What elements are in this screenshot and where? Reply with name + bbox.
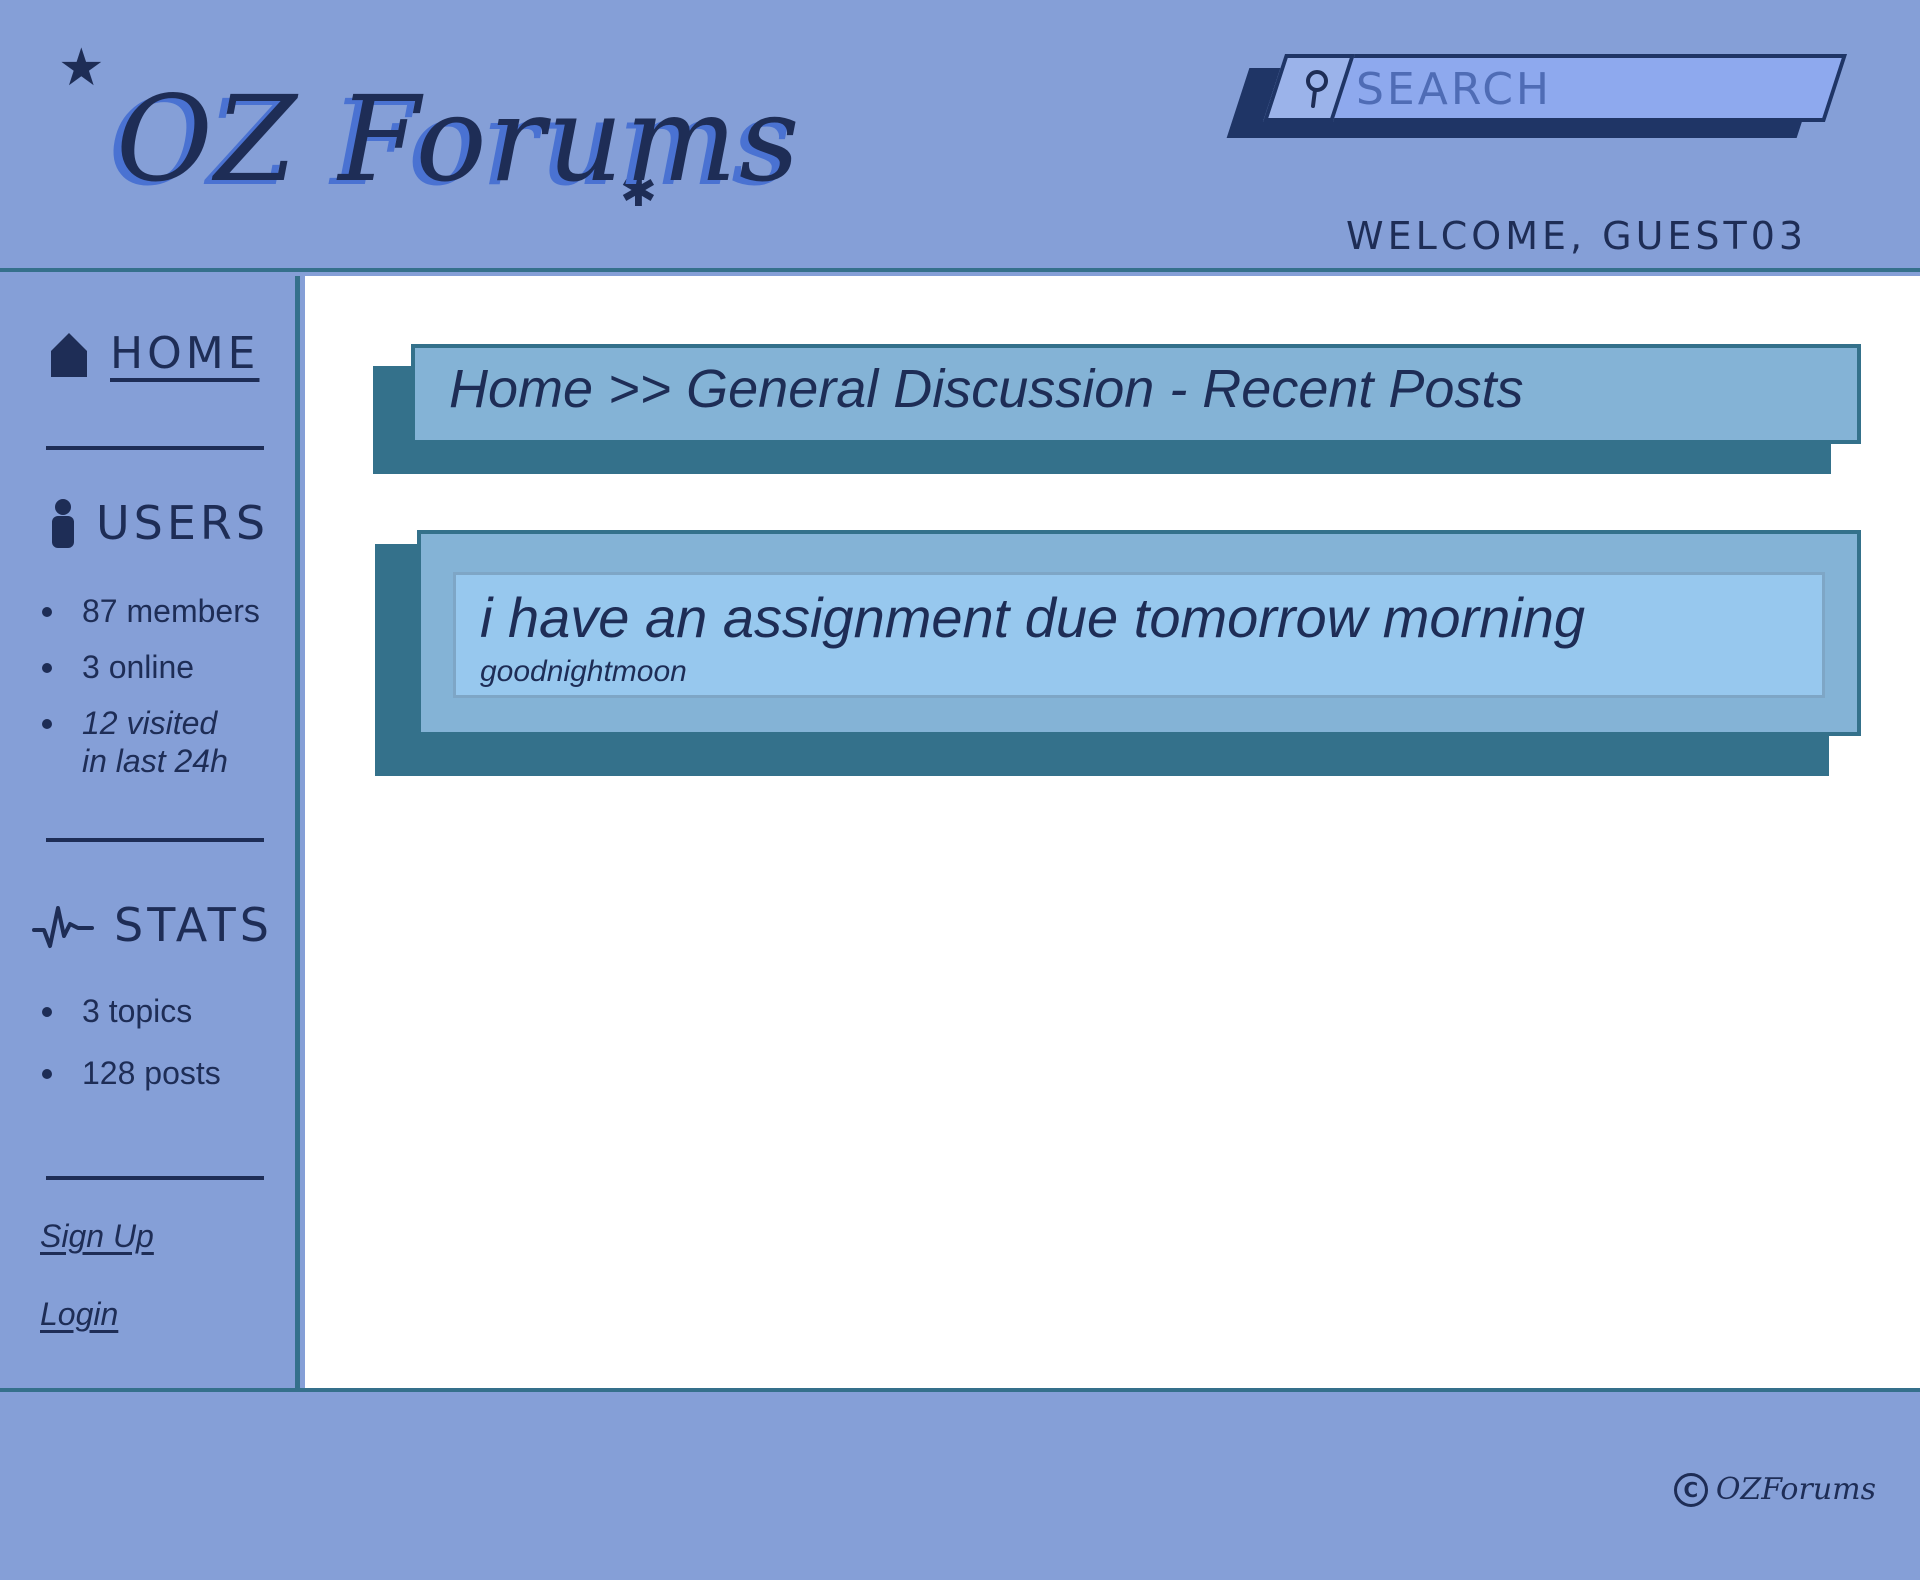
- stats-heading-label: STATS: [114, 898, 273, 952]
- forum-stats-list: 3 topics 128 posts: [38, 992, 221, 1092]
- sidebar-divider: [46, 838, 264, 842]
- list-item: 128 posts: [38, 1054, 221, 1092]
- signup-link[interactable]: Sign Up: [40, 1218, 154, 1255]
- activity-icon: [32, 906, 94, 948]
- search-input[interactable]: [1356, 62, 1796, 116]
- post-title[interactable]: i have an assignment due tomorrow mornin…: [480, 585, 1585, 650]
- header: ★ ✱ OZ Forums WELCOME, GUEST03: [0, 0, 1920, 272]
- copyright-text: OZForums: [1715, 1472, 1876, 1507]
- users-heading-label: USERS: [96, 496, 270, 550]
- list-item: 3 topics: [38, 992, 221, 1030]
- users-heading: USERS: [50, 496, 269, 550]
- home-icon: [51, 332, 87, 377]
- copyright: C OZForums: [1673, 1472, 1876, 1507]
- post-author[interactable]: goodnightmoon: [480, 655, 687, 689]
- sidebar-item-home[interactable]: HOME: [48, 328, 259, 379]
- users-stats-list: 87 members 3 online 12 visited in last 2…: [38, 592, 260, 780]
- stats-heading: STATS: [32, 898, 273, 952]
- welcome-message: WELCOME, GUEST03: [1346, 214, 1808, 258]
- search-bar[interactable]: [1226, 52, 1848, 144]
- post-item[interactable]: i have an assignment due tomorrow mornin…: [453, 572, 1825, 698]
- main-content: Home >> General Discussion - Recent Post…: [305, 276, 1920, 1388]
- list-item: 12 visited in last 24h: [38, 704, 260, 780]
- copyright-icon: C: [1673, 1472, 1708, 1507]
- star-icon: ★: [58, 39, 105, 97]
- user-icon: [52, 499, 74, 548]
- footer: C OZForums: [0, 1388, 1920, 1580]
- sidebar: HOME USERS 87 members 3 online 12 visite…: [0, 276, 300, 1388]
- search-icon[interactable]: [1300, 68, 1334, 108]
- login-link[interactable]: Login: [40, 1296, 118, 1333]
- breadcrumb[interactable]: Home >> General Discussion - Recent Post…: [449, 358, 1523, 420]
- sidebar-divider: [46, 1176, 264, 1180]
- site-logo[interactable]: OZ Forums: [116, 70, 802, 208]
- sidebar-divider: [46, 446, 264, 450]
- sidebar-item-label: HOME: [110, 328, 260, 379]
- list-item: 3 online: [38, 648, 260, 686]
- list-item: 87 members: [38, 592, 260, 630]
